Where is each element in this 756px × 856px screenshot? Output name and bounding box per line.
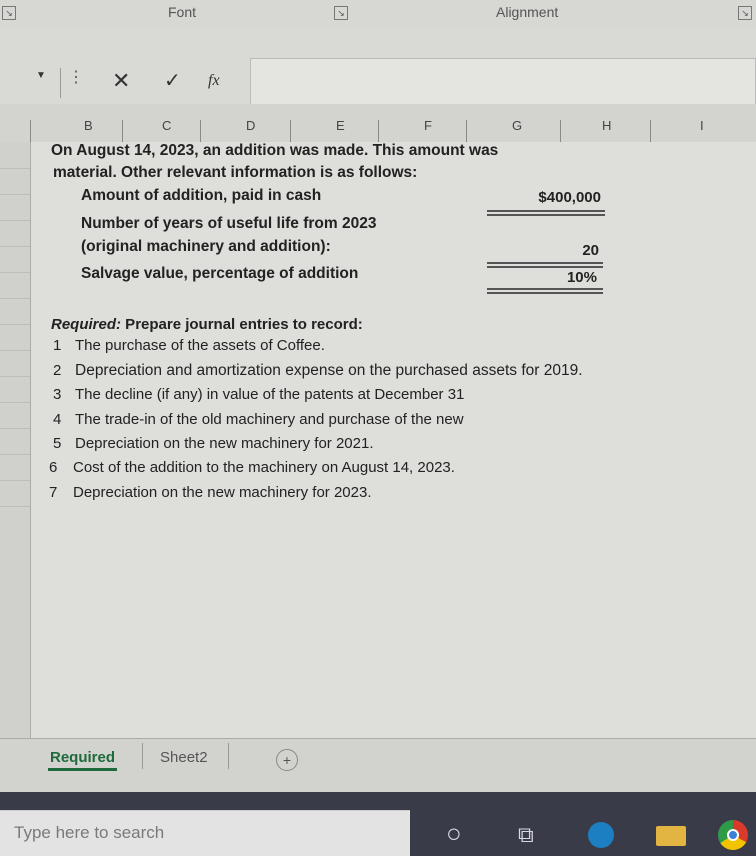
ribbon-group-labels: ↘ Font ↘ Alignment ↘ (0, 0, 756, 29)
sheet-tab-bar: Required Sheet2 + (0, 738, 756, 793)
required-heading: Required: (51, 316, 122, 333)
item-3-text: The decline (if any) in value of the pat… (75, 386, 465, 403)
name-box-dropdown-icon[interactable]: ▼ (36, 70, 46, 81)
item-4-text: The trade-in of the old machinery and pu… (75, 411, 464, 428)
column-separator (466, 120, 467, 142)
item-6-text: Cost of the addition to the machinery on… (73, 459, 455, 476)
item-6-number: 6 (49, 459, 58, 476)
column-separator (560, 120, 561, 142)
amount-value-cell[interactable]: $400,000 (501, 189, 601, 206)
column-header-f[interactable]: F (424, 118, 432, 133)
file-explorer-icon[interactable] (656, 826, 686, 846)
item-5-number: 5 (53, 435, 62, 452)
row-headers (0, 142, 31, 738)
column-separator (30, 120, 31, 142)
column-headers: B C D E F G H I (0, 104, 756, 143)
amount-label: Amount of addition, paid in cash (81, 187, 322, 204)
font-group-label: Font (168, 4, 197, 20)
formula-bar-grip-icon[interactable]: ⋮ (68, 67, 84, 87)
row-divider (0, 246, 30, 247)
years-underline (487, 266, 603, 268)
column-header-i[interactable]: I (700, 118, 704, 133)
row-divider (0, 168, 30, 169)
item-5-text: Depreciation on the new machinery for 20… (75, 435, 374, 452)
salvage-value-cell[interactable]: 10% (501, 269, 597, 286)
tab-sheet2[interactable]: Sheet2 (158, 747, 210, 768)
search-placeholder: Type here to search (14, 823, 165, 842)
item-7-text: Depreciation on the new machinery for 20… (73, 484, 372, 501)
tab-separator (228, 743, 229, 769)
years-value-cell[interactable]: 20 (501, 242, 599, 259)
amount-underline (487, 214, 605, 216)
required-line: Required: Prepare journal entries to rec… (51, 316, 363, 333)
item-2-number: 2 (53, 362, 62, 379)
chrome-browser-icon[interactable] (718, 820, 748, 850)
years-label-2: (original machinery and addition): (81, 238, 331, 255)
taskbar-search-box[interactable]: Type here to search (0, 810, 410, 856)
item-3-number: 3 (53, 386, 62, 403)
font-dialog-launcher-icon[interactable]: ↘ (334, 6, 348, 20)
column-separator (650, 120, 651, 142)
row-divider (0, 324, 30, 325)
row-divider (0, 454, 30, 455)
column-header-h[interactable]: H (602, 118, 611, 133)
salvage-underline (487, 288, 603, 290)
edge-browser-icon[interactable] (588, 822, 614, 848)
add-sheet-icon[interactable]: + (276, 749, 298, 771)
column-header-b[interactable]: B (84, 118, 93, 133)
row-divider (0, 376, 30, 377)
item-1-text: The purchase of the assets of Coffee. (75, 337, 325, 354)
row-divider (0, 272, 30, 273)
row-divider (0, 506, 30, 507)
row-divider (0, 220, 30, 221)
column-header-d[interactable]: D (246, 118, 255, 133)
item-1-number: 1 (53, 337, 62, 354)
row-divider (0, 350, 30, 351)
salvage-label: Salvage value, percentage of addition (81, 265, 359, 282)
item-4-number: 4 (53, 411, 62, 428)
amount-underline (487, 210, 605, 212)
tab-separator (142, 743, 143, 769)
cortana-icon[interactable]: ○ (446, 818, 462, 849)
required-text: Prepare journal entries to record: (121, 316, 363, 333)
column-separator (378, 120, 379, 142)
worksheet-grid[interactable]: On August 14, 2023, an addition was made… (31, 142, 756, 738)
row-divider (0, 480, 30, 481)
row-divider (0, 402, 30, 403)
column-separator (290, 120, 291, 142)
intro-line-1: On August 14, 2023, an addition was made… (51, 142, 499, 159)
column-header-g[interactable]: G (512, 118, 522, 133)
alignment-group-label: Alignment (496, 4, 559, 20)
formula-bar-divider (60, 68, 61, 98)
column-header-e[interactable]: E (336, 118, 345, 133)
dialog-launcher-icon[interactable]: ↘ (2, 6, 16, 20)
column-separator (122, 120, 123, 142)
salvage-underline (487, 292, 603, 294)
column-separator (200, 120, 201, 142)
row-divider (0, 194, 30, 195)
formula-bar: ▼ ⋮ ✕ ✓ fx (0, 28, 756, 126)
enter-check-icon[interactable]: ✓ (164, 68, 181, 93)
item-2-text: Depreciation and amortization expense on… (75, 362, 583, 379)
windows-taskbar: Type here to search ○ ⧉ (0, 792, 756, 856)
years-label-1: Number of years of useful life from 2023 (81, 215, 377, 232)
tab-required[interactable]: Required (48, 747, 118, 771)
task-view-icon[interactable]: ⧉ (518, 822, 534, 848)
cancel-icon[interactable]: ✕ (112, 68, 130, 94)
excel-window: ↘ Font ↘ Alignment ↘ ▼ ⋮ ✕ ✓ fx B C D E … (0, 0, 756, 856)
column-header-c[interactable]: C (162, 118, 171, 133)
years-underline (487, 262, 603, 264)
item-7-number: 7 (49, 484, 58, 501)
row-divider (0, 428, 30, 429)
intro-line-2: material. Other relevant information is … (53, 164, 418, 181)
alignment-dialog-launcher-icon[interactable]: ↘ (738, 6, 752, 20)
row-divider (0, 298, 30, 299)
insert-function-icon[interactable]: fx (208, 72, 220, 90)
